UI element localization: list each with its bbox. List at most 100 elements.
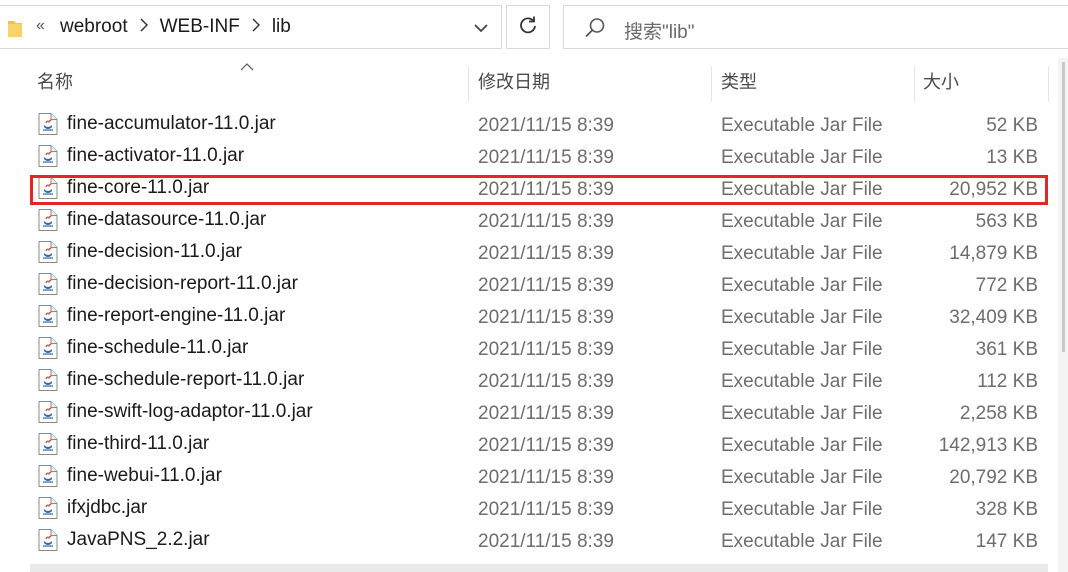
file-name: fine-swift-log-adaptor-11.0.jar bbox=[67, 401, 313, 422]
file-name-cell[interactable]: fine-webui-11.0.jar bbox=[38, 465, 222, 487]
file-row[interactable]: fine-schedule-11.0.jar 2021/11/15 8:39 E… bbox=[0, 334, 1050, 366]
breadcrumb: webroot WEB-INF lib bbox=[60, 6, 291, 48]
file-type: Executable Jar File bbox=[721, 435, 883, 456]
file-name-cell[interactable]: fine-decision-report-11.0.jar bbox=[38, 273, 298, 295]
file-size: 14,879 KB bbox=[949, 243, 1038, 264]
file-size: 20,792 KB bbox=[949, 467, 1038, 488]
refresh-icon bbox=[518, 15, 538, 40]
file-date: 2021/11/15 8:39 bbox=[478, 275, 614, 296]
column-header-type[interactable]: 类型 bbox=[721, 64, 757, 104]
file-row[interactable]: fine-datasource-11.0.jar 2021/11/15 8:39… bbox=[0, 206, 1050, 238]
file-name-cell[interactable]: fine-third-11.0.jar bbox=[38, 433, 209, 455]
column-divider[interactable] bbox=[914, 66, 915, 102]
file-row[interactable]: fine-schedule-report-11.0.jar 2021/11/15… bbox=[0, 366, 1050, 398]
address-history-dropdown-icon[interactable] bbox=[468, 16, 494, 40]
chevron-right-icon[interactable] bbox=[252, 17, 260, 37]
file-type: Executable Jar File bbox=[721, 371, 883, 392]
file-type: Executable Jar File bbox=[721, 243, 883, 264]
file-row[interactable]: fine-decision-11.0.jar 2021/11/15 8:39 E… bbox=[0, 238, 1050, 270]
file-type: Executable Jar File bbox=[721, 467, 883, 488]
file-date: 2021/11/15 8:39 bbox=[478, 499, 614, 520]
file-size: 2,258 KB bbox=[959, 403, 1038, 424]
folder-icon bbox=[8, 19, 24, 42]
file-name: fine-datasource-11.0.jar bbox=[67, 209, 267, 230]
file-row[interactable]: fine-core-11.0.jar 2021/11/15 8:39 Execu… bbox=[0, 174, 1050, 206]
file-type: Executable Jar File bbox=[721, 115, 883, 136]
jar-file-icon bbox=[38, 465, 58, 487]
search-box[interactable]: 搜索"lib" bbox=[563, 5, 1068, 49]
jar-file-icon bbox=[38, 497, 58, 519]
file-row[interactable]: fine-third-11.0.jar 2021/11/15 8:39 Exec… bbox=[0, 430, 1050, 462]
horizontal-scrollbar[interactable] bbox=[30, 564, 1048, 572]
file-date: 2021/11/15 8:39 bbox=[478, 307, 614, 328]
file-name-cell[interactable]: fine-schedule-11.0.jar bbox=[38, 337, 248, 359]
file-row[interactable]: fine-decision-report-11.0.jar 2021/11/15… bbox=[0, 270, 1050, 302]
jar-file-icon bbox=[38, 529, 58, 551]
column-header-row: 名称 修改日期 类型 大小 bbox=[0, 64, 1050, 104]
file-row[interactable]: fine-activator-11.0.jar 2021/11/15 8:39 … bbox=[0, 142, 1050, 174]
file-size: 328 KB bbox=[975, 499, 1038, 520]
file-name: fine-schedule-report-11.0.jar bbox=[67, 369, 305, 390]
file-list-pane: 名称 修改日期 类型 大小 fine-accumulator-11.0.jar … bbox=[0, 58, 1068, 572]
file-size: 772 KB bbox=[975, 275, 1038, 296]
file-name: fine-webui-11.0.jar bbox=[67, 465, 222, 486]
address-bar[interactable]: « webroot WEB-INF lib bbox=[0, 5, 502, 49]
vertical-scrollbar-thumb[interactable] bbox=[1062, 62, 1065, 352]
breadcrumb-item-webroot[interactable]: webroot bbox=[60, 16, 128, 38]
file-type: Executable Jar File bbox=[721, 211, 883, 232]
file-size: 13 KB bbox=[986, 147, 1038, 168]
file-row[interactable]: fine-accumulator-11.0.jar 2021/11/15 8:3… bbox=[0, 110, 1050, 142]
file-date: 2021/11/15 8:39 bbox=[478, 339, 614, 360]
file-name-cell[interactable]: fine-report-engine-11.0.jar bbox=[38, 305, 285, 327]
file-name: fine-activator-11.0.jar bbox=[67, 145, 245, 166]
chevron-right-icon[interactable] bbox=[140, 17, 148, 37]
file-date: 2021/11/15 8:39 bbox=[478, 115, 614, 136]
jar-file-icon bbox=[38, 401, 58, 423]
file-name-cell[interactable]: fine-schedule-report-11.0.jar bbox=[38, 369, 304, 391]
file-row[interactable]: JavaPNS_2.2.jar 2021/11/15 8:39 Executab… bbox=[0, 526, 1050, 558]
breadcrumb-item-web-inf[interactable]: WEB-INF bbox=[160, 16, 240, 38]
file-date: 2021/11/15 8:39 bbox=[478, 467, 614, 488]
file-type: Executable Jar File bbox=[721, 403, 883, 424]
file-name-cell[interactable]: fine-datasource-11.0.jar bbox=[38, 209, 266, 231]
column-header-name[interactable]: 名称 bbox=[37, 64, 73, 104]
file-size: 112 KB bbox=[977, 371, 1038, 392]
search-input[interactable]: 搜索"lib" bbox=[624, 17, 695, 44]
file-type: Executable Jar File bbox=[721, 499, 883, 520]
file-name: fine-decision-report-11.0.jar bbox=[67, 273, 298, 294]
file-type: Executable Jar File bbox=[721, 147, 883, 168]
breadcrumb-item-lib[interactable]: lib bbox=[272, 16, 291, 38]
file-size: 32,409 KB bbox=[949, 307, 1038, 328]
column-divider[interactable] bbox=[711, 66, 712, 102]
file-row[interactable]: fine-report-engine-11.0.jar 2021/11/15 8… bbox=[0, 302, 1050, 334]
file-size: 52 KB bbox=[986, 115, 1038, 136]
file-date: 2021/11/15 8:39 bbox=[478, 179, 614, 200]
file-size: 147 KB bbox=[975, 531, 1038, 552]
file-name-cell[interactable]: fine-accumulator-11.0.jar bbox=[38, 113, 276, 135]
file-name-cell[interactable]: fine-core-11.0.jar bbox=[38, 177, 209, 199]
file-name: fine-core-11.0.jar bbox=[67, 177, 210, 198]
file-name-cell[interactable]: fine-swift-log-adaptor-11.0.jar bbox=[38, 401, 313, 423]
breadcrumb-overflow-icon[interactable]: « bbox=[36, 17, 45, 35]
file-name-cell[interactable]: fine-activator-11.0.jar bbox=[38, 145, 244, 167]
jar-file-icon bbox=[38, 433, 58, 455]
column-divider[interactable] bbox=[468, 66, 469, 102]
file-name-cell[interactable]: fine-decision-11.0.jar bbox=[38, 241, 242, 263]
refresh-button[interactable] bbox=[506, 5, 550, 49]
file-name-cell[interactable]: JavaPNS_2.2.jar bbox=[38, 529, 210, 551]
column-header-date[interactable]: 修改日期 bbox=[478, 64, 550, 104]
file-row[interactable]: fine-webui-11.0.jar 2021/11/15 8:39 Exec… bbox=[0, 462, 1050, 494]
jar-file-icon bbox=[38, 113, 58, 135]
file-date: 2021/11/15 8:39 bbox=[478, 243, 614, 264]
file-name: JavaPNS_2.2.jar bbox=[67, 529, 210, 550]
file-type: Executable Jar File bbox=[721, 531, 883, 552]
jar-file-icon bbox=[38, 241, 58, 263]
column-divider[interactable] bbox=[1048, 66, 1049, 102]
file-row[interactable]: ifxjdbc.jar 2021/11/15 8:39 Executable J… bbox=[0, 494, 1050, 526]
file-size: 361 KB bbox=[975, 339, 1038, 360]
file-name-cell[interactable]: ifxjdbc.jar bbox=[38, 497, 147, 519]
file-date: 2021/11/15 8:39 bbox=[478, 371, 614, 392]
search-icon bbox=[584, 17, 606, 44]
file-row[interactable]: fine-swift-log-adaptor-11.0.jar 2021/11/… bbox=[0, 398, 1050, 430]
column-header-size[interactable]: 大小 bbox=[923, 64, 959, 104]
